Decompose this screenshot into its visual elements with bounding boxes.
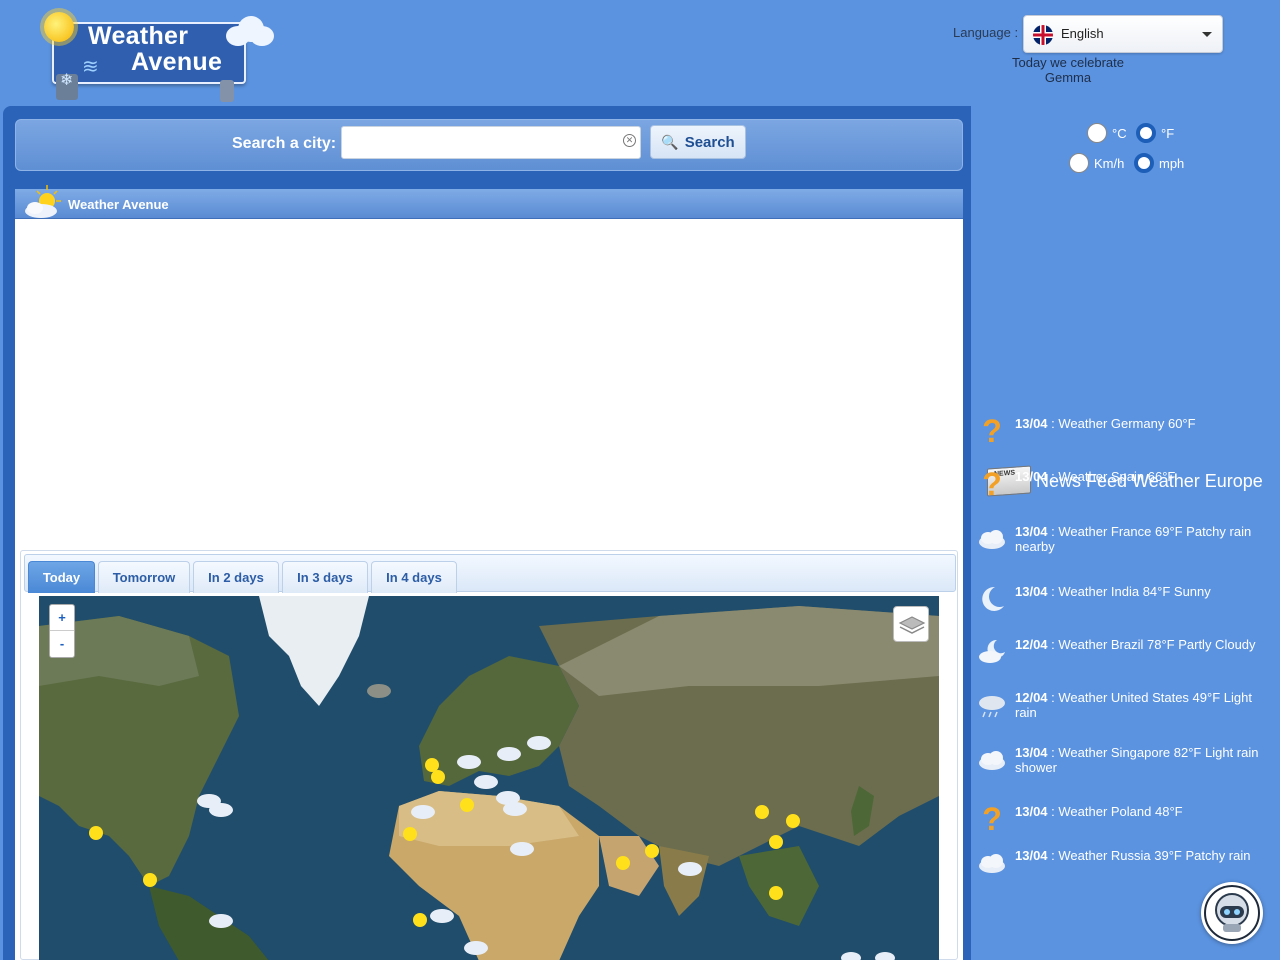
tab-in-4-days[interactable]: In 4 days xyxy=(371,561,457,593)
card-title: Weather Avenue xyxy=(68,197,169,212)
cloud-icon xyxy=(977,524,1007,554)
sun-cloud-icon xyxy=(25,185,61,218)
news-item-headline: : Weather Germany 60°F xyxy=(1047,416,1196,431)
tab-today[interactable]: Today xyxy=(28,561,95,593)
zoom-out-button[interactable]: - xyxy=(50,631,74,657)
clear-icon[interactable]: ✕ xyxy=(623,134,636,147)
iceland-shape xyxy=(367,684,391,698)
news-item-headline: : Weather India 84°F Sunny xyxy=(1047,584,1211,599)
question-icon: ? xyxy=(982,801,1002,837)
celsius-label: °C xyxy=(1112,126,1127,141)
kmh-radio[interactable] xyxy=(1069,153,1089,173)
search-input[interactable] xyxy=(341,126,641,159)
layers-button[interactable] xyxy=(893,606,929,642)
search-bar: Search a city: ✕ 🔍 Search xyxy=(15,119,963,171)
satellite-map xyxy=(39,596,939,960)
news-item-text: 12/04 : Weather United States 49°F Light… xyxy=(1015,690,1273,720)
news-item-date: 13/04 xyxy=(1015,848,1048,863)
mph-radio[interactable] xyxy=(1134,153,1154,173)
phone-icon xyxy=(220,80,234,102)
search-button[interactable]: 🔍 Search xyxy=(650,125,746,159)
news-item-headline: : Weather Poland 48°F xyxy=(1047,804,1183,819)
news-item-text: 13/04 : Weather Spain 66°F xyxy=(1015,469,1273,484)
mph-label: mph xyxy=(1159,156,1185,171)
tab-tomorrow[interactable]: Tomorrow xyxy=(98,561,190,593)
question-icon: ? xyxy=(982,413,1002,449)
unit-mph-option[interactable]: mph xyxy=(1134,153,1204,176)
news-item-text: 13/04 : Weather Poland 48°F xyxy=(1015,804,1273,819)
news-item-text: 13/04 : Weather Russia 39°F Patchy rain xyxy=(1015,848,1273,863)
cloud-icon xyxy=(977,848,1007,878)
assistant-chat-button[interactable] xyxy=(1201,882,1263,944)
news-item-headline: : Weather France 69°F Patchy rain nearby xyxy=(1015,524,1252,554)
news-item-headline: : Weather Singapore 82°F Light rain show… xyxy=(1015,745,1259,775)
news-item-date: 13/04 xyxy=(1015,416,1048,431)
wind-icon: ≋ xyxy=(82,56,99,78)
weather-avenue-logo[interactable]: ≋ Weather Avenue xyxy=(30,4,280,104)
zoom-control: + - xyxy=(49,604,75,658)
news-item-date: 13/04 xyxy=(1015,804,1048,819)
news-item-date: 12/04 xyxy=(1015,690,1048,705)
news-item-text: 13/04 : Weather India 84°F Sunny xyxy=(1015,584,1273,599)
news-item-date: 13/04 xyxy=(1015,584,1048,599)
moon-cloud-icon xyxy=(977,637,1007,667)
news-item-text: 13/04 : Weather Germany 60°F xyxy=(1015,416,1273,431)
cloud-icon xyxy=(977,745,1007,775)
search-icon: 🔍 xyxy=(661,133,679,150)
news-item-headline: : Weather Brazil 78°F Partly Cloudy xyxy=(1047,637,1256,652)
layers-icon xyxy=(898,616,926,634)
weather-map[interactable]: + - xyxy=(39,596,939,960)
uk-flag-icon xyxy=(1033,25,1053,45)
logo-text-line1: Weather xyxy=(88,22,189,50)
main-panel: Search a city: ✕ 🔍 Search Weather Avenue … xyxy=(3,106,971,960)
search-button-label: Search xyxy=(684,133,735,151)
celsius-radio[interactable] xyxy=(1087,123,1107,143)
unit-kmh-option[interactable]: Km/h xyxy=(1069,153,1139,176)
news-item-date: 13/04 xyxy=(1015,745,1048,760)
news-item-date: 13/04 xyxy=(1015,524,1048,539)
news-item-text: 13/04 : Weather France 69°F Patchy rain … xyxy=(1015,524,1273,554)
language-value: English xyxy=(1061,26,1104,41)
weather-card: Weather Avenue Today Tomorrow In 2 days … xyxy=(15,185,963,960)
news-item-headline: : Weather United States 49°F Light rain xyxy=(1015,690,1252,720)
robot-icon xyxy=(1204,885,1260,941)
forecast-panel: Today Tomorrow In 2 days In 3 days In 4 … xyxy=(20,550,958,960)
zoom-in-button[interactable]: + xyxy=(50,605,74,631)
unit-fahrenheit-option[interactable]: °F xyxy=(1136,123,1206,146)
question-icon: ? xyxy=(982,466,1002,502)
language-label: Language : xyxy=(953,25,1019,40)
fahrenheit-radio[interactable] xyxy=(1136,123,1156,143)
news-item-headline: : Weather Russia 39°F Patchy rain xyxy=(1047,848,1251,863)
kmh-label: Km/h xyxy=(1094,156,1125,171)
forecast-tabs: Today Tomorrow In 2 days In 3 days In 4 … xyxy=(24,554,956,593)
sidebar: °C °F Km/h mph News Feed Weather Europe … xyxy=(971,106,1280,960)
news-item-text: 13/04 : Weather Singapore 82°F Light rai… xyxy=(1015,745,1273,775)
snow-icon xyxy=(56,70,78,100)
cloud-icon xyxy=(222,14,274,48)
card-header: Weather Avenue xyxy=(15,185,963,219)
rain-cloud-icon xyxy=(977,690,1007,720)
celebration-text: Today we celebrate Gemma xyxy=(1011,55,1124,85)
sun-icon xyxy=(44,12,74,42)
header: ≋ Weather Avenue Language : English Toda… xyxy=(0,0,1280,106)
tab-in-3-days[interactable]: In 3 days xyxy=(282,561,368,593)
news-item-text: 12/04 : Weather Brazil 78°F Partly Cloud… xyxy=(1015,637,1273,652)
fahrenheit-label: °F xyxy=(1161,126,1175,141)
news-item-date: 12/04 xyxy=(1015,637,1048,652)
search-label: Search a city: xyxy=(232,135,337,152)
language-select[interactable]: English xyxy=(1023,15,1223,53)
chevron-down-icon xyxy=(1202,32,1212,37)
news-item-headline: : Weather Spain 66°F xyxy=(1047,469,1176,484)
logo-text-line2: Avenue xyxy=(131,48,223,76)
tab-in-2-days[interactable]: In 2 days xyxy=(193,561,279,593)
news-item-date: 13/04 xyxy=(1015,469,1048,484)
moon-icon xyxy=(977,584,1007,614)
